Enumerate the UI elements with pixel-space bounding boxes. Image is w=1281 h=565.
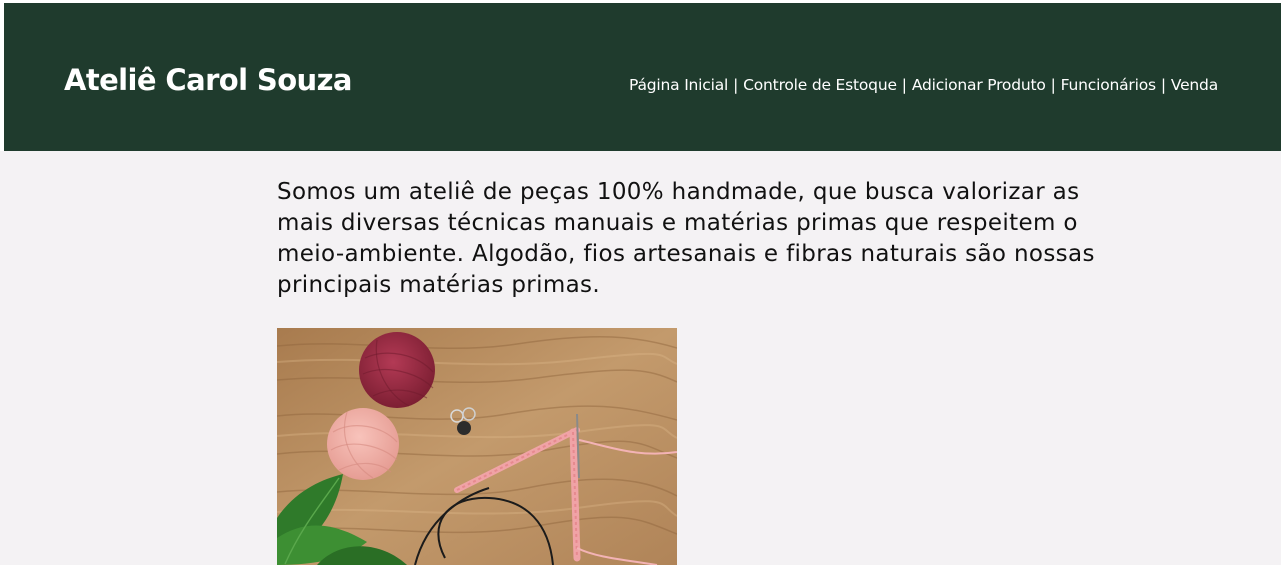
nav-link-pagina-inicial[interactable]: Página Inicial	[629, 76, 728, 94]
nav-separator: |	[733, 76, 739, 94]
nav-separator: |	[901, 76, 907, 94]
main-nav: Página Inicial | Controle de Estoque | A…	[629, 76, 1218, 94]
nav-separator: |	[1160, 76, 1166, 94]
nav-link-adicionar-produto[interactable]: Adicionar Produto	[912, 76, 1046, 94]
page: Ateliê Carol Souza Página Inicial | Cont…	[0, 0, 1281, 565]
nav-separator: |	[1050, 76, 1056, 94]
site-title[interactable]: Ateliê Carol Souza	[64, 63, 352, 97]
site-header: Ateliê Carol Souza Página Inicial | Cont…	[4, 3, 1281, 151]
nav-link-venda[interactable]: Venda	[1171, 76, 1218, 94]
nav-link-funcionarios[interactable]: Funcionários	[1061, 76, 1156, 94]
knitting-photo	[277, 328, 677, 565]
nav-link-controle-estoque[interactable]: Controle de Estoque	[743, 76, 897, 94]
intro-text: Somos um ateliê de peças 100% handmade, …	[277, 179, 1095, 298]
